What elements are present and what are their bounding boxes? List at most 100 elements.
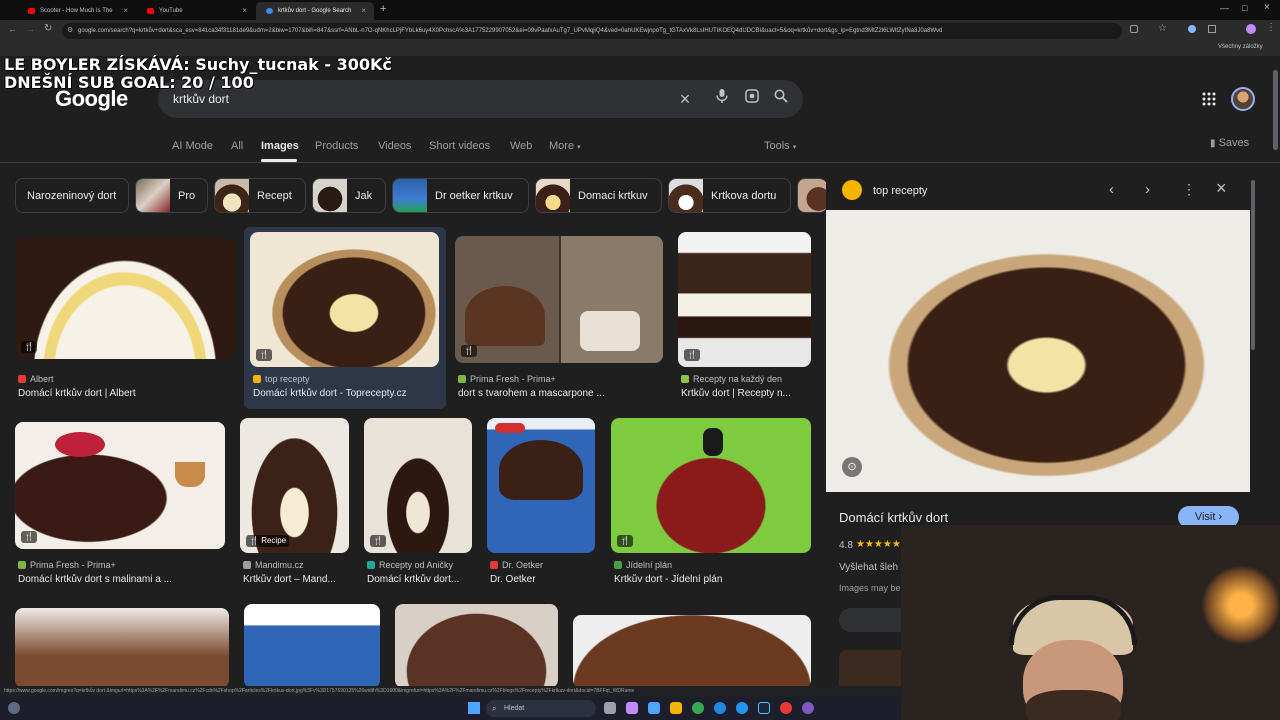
back-icon[interactable]: ←: [8, 24, 17, 34]
chip-pro[interactable]: Pro: [135, 178, 208, 213]
result-title[interactable]: Domácí krtkův dort - Toprecepty.cz: [253, 388, 443, 399]
result-source[interactable]: Mandimu.cz: [243, 560, 304, 570]
chrome-icon[interactable]: [692, 702, 704, 714]
result-title[interactable]: Krtkův dort | Recepty n...: [681, 388, 813, 399]
tab-more[interactable]: More ▾: [549, 140, 581, 152]
search-icon[interactable]: [771, 89, 791, 109]
result-image[interactable]: 🍴: [611, 418, 811, 553]
app-icon[interactable]: [626, 702, 638, 714]
result-image[interactable]: 🍴: [678, 232, 811, 367]
result-image[interactable]: 🍴: [250, 232, 439, 367]
menu-dots-icon[interactable]: ⋮: [1182, 181, 1196, 198]
chip-dr-oetker-krtkuv[interactable]: Dr oetker krtkuv: [392, 178, 529, 213]
result-source[interactable]: Jídelní plán: [614, 560, 672, 570]
chevron-right-icon[interactable]: ›: [1145, 181, 1150, 198]
profile-avatar[interactable]: [1246, 24, 1256, 34]
chip-narozeninovy-dort[interactable]: Narozeninový dort: [15, 178, 129, 213]
result-title[interactable]: Krtkův dort – Mand...: [243, 574, 351, 585]
all-bookmarks-link[interactable]: Všechny záložky: [1218, 44, 1263, 50]
lens-icon[interactable]: [742, 89, 762, 109]
saves-button[interactable]: ▮ Saves: [1210, 137, 1249, 149]
result-image[interactable]: [244, 604, 380, 688]
result-title[interactable]: Domácí krtkův dort s malinami a ...: [18, 574, 223, 585]
mic-icon[interactable]: [712, 89, 732, 109]
tab-web[interactable]: Web: [510, 140, 532, 152]
tab-all[interactable]: All: [231, 140, 243, 152]
minimize-icon[interactable]: —: [1220, 3, 1229, 13]
weather-icon[interactable]: [8, 702, 20, 714]
close-tab-icon[interactable]: ×: [242, 6, 247, 15]
result-source[interactable]: Prima Fresh - Prima+: [18, 560, 116, 570]
forward-icon[interactable]: →: [26, 24, 35, 34]
tab-scooter[interactable]: Scooter - How Much Is The ×: [18, 2, 136, 20]
tab-google-search[interactable]: krtkův dort - Google Search ×: [256, 2, 374, 20]
chip-recept[interactable]: Recept: [214, 178, 306, 213]
preview-image[interactable]: ⊙: [826, 210, 1250, 492]
result-title[interactable]: Domácí krtkův dort...: [367, 574, 474, 585]
extension-icon[interactable]: [1188, 25, 1196, 33]
result-source[interactable]: Dr. Oetker: [490, 560, 543, 570]
extensions-icon[interactable]: [1208, 25, 1216, 33]
result-source[interactable]: Recepty na každý den: [681, 374, 782, 384]
chip-domaci-krtkuv[interactable]: Domaci krtkuv: [535, 178, 662, 213]
task-view-icon[interactable]: [604, 702, 616, 714]
close-window-icon[interactable]: ×: [1264, 2, 1270, 13]
result-title[interactable]: Krtkův dort - Jídelní plán: [614, 574, 812, 585]
chevron-left-icon[interactable]: ‹: [1109, 181, 1114, 198]
edge-icon[interactable]: [714, 702, 726, 714]
result-image[interactable]: 🍴: [455, 236, 663, 363]
menu-dots-icon[interactable]: ⋮: [1266, 22, 1276, 33]
app-icon[interactable]: [802, 702, 814, 714]
result-image[interactable]: 🍴 Recipe: [240, 418, 349, 553]
mail-icon[interactable]: [648, 702, 660, 714]
result-image[interactable]: [573, 615, 811, 688]
panel-source[interactable]: top recepty: [873, 185, 927, 197]
chip-krtkova-dortu[interactable]: Krtkova dortu: [668, 178, 791, 213]
new-tab-button[interactable]: +: [380, 3, 386, 15]
result-title[interactable]: Dr. Oetker: [490, 574, 597, 585]
result-image[interactable]: [487, 418, 595, 553]
panel-scrollbar[interactable]: [1251, 180, 1255, 350]
close-icon[interactable]: ×: [1216, 178, 1227, 199]
apps-grid-icon[interactable]: [1202, 92, 1216, 106]
panel-title[interactable]: Domácí krtkův dort: [839, 510, 948, 525]
result-source[interactable]: Albert: [18, 374, 54, 384]
bookmark-star-icon[interactable]: ☆: [1158, 23, 1167, 34]
page-scrollbar[interactable]: [1273, 70, 1278, 150]
search-input[interactable]: krtkův dort ×: [158, 80, 803, 118]
result-title[interactable]: Domácí krtkův dort | Albert: [18, 388, 233, 399]
tab-youtube[interactable]: YouTube ×: [137, 2, 255, 20]
result-image[interactable]: 🍴: [15, 238, 235, 359]
reload-icon[interactable]: ↻: [44, 23, 52, 34]
maximize-icon[interactable]: □: [1242, 3, 1247, 13]
chip-overflow[interactable]: [797, 178, 827, 213]
result-source[interactable]: Recepty od Aničky: [367, 560, 453, 570]
result-title[interactable]: dort s tvarohem a mascarpone ...: [458, 388, 663, 399]
tab-ai-mode[interactable]: AI Mode: [172, 140, 213, 152]
result-source[interactable]: top recepty: [253, 374, 310, 384]
result-image[interactable]: 🍴: [364, 418, 472, 553]
result-source[interactable]: Prima Fresh - Prima+: [458, 374, 556, 384]
tab-images[interactable]: Images: [261, 140, 299, 152]
avatar[interactable]: [1231, 87, 1255, 111]
translate-icon[interactable]: [1130, 25, 1138, 33]
steam-icon[interactable]: [758, 702, 770, 714]
lens-search-icon[interactable]: ⊙: [842, 457, 862, 477]
close-tab-icon[interactable]: ×: [361, 6, 366, 15]
result-image[interactable]: [15, 608, 229, 688]
address-bar[interactable]: ⚙ google.com/search?q=krtkův+dort&sca_es…: [62, 23, 1122, 39]
site-info-icon[interactable]: ⚙: [67, 23, 73, 39]
chip-jak[interactable]: Jak: [312, 178, 386, 213]
tab-videos[interactable]: Videos: [378, 140, 411, 152]
tools-button[interactable]: Tools ▾: [764, 140, 796, 152]
file-explorer-icon[interactable]: [670, 702, 682, 714]
result-image[interactable]: [395, 604, 558, 688]
close-tab-icon[interactable]: ×: [123, 6, 128, 15]
tab-short-videos[interactable]: Short videos: [429, 140, 490, 152]
app-icon[interactable]: [736, 702, 748, 714]
app-icon[interactable]: [780, 702, 792, 714]
tab-products[interactable]: Products: [315, 140, 358, 152]
close-icon[interactable]: ×: [675, 89, 695, 109]
windows-start-icon[interactable]: [468, 702, 480, 714]
taskbar-search[interactable]: ⌕ Hledat: [486, 700, 596, 717]
